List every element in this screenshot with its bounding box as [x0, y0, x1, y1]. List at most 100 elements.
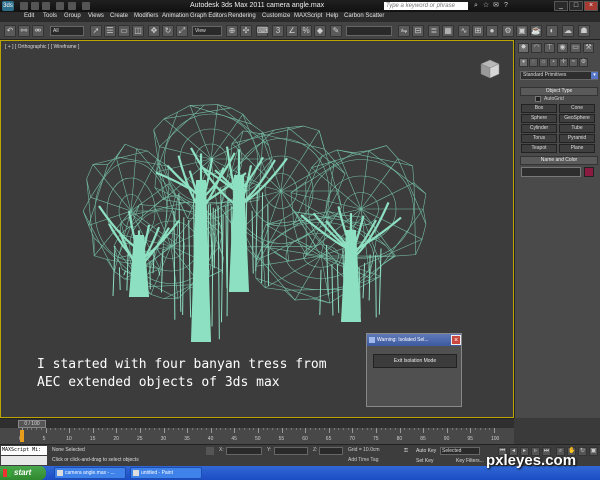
add-time-tag-button[interactable]: Add Time Tag	[348, 457, 378, 463]
utilities-tab-icon[interactable]: ⚒	[583, 43, 594, 53]
modify-tab-icon[interactable]: ◠	[531, 43, 542, 53]
scale-icon[interactable]: ⤢	[176, 25, 188, 37]
menu-views[interactable]: Views	[88, 13, 104, 19]
maxscript-listener[interactable]: MAXScript Mi:	[1, 446, 47, 455]
graphite-ribbon-icon[interactable]: ▦	[442, 25, 454, 37]
angle-snap-icon[interactable]: ∠	[286, 25, 298, 37]
sphere-button[interactable]: Sphere	[521, 114, 557, 123]
undo-icon[interactable]: ↶	[4, 25, 16, 37]
geometry-icon[interactable]: ●	[519, 58, 528, 67]
app-logo[interactable]: 3ds	[2, 1, 14, 11]
curve-editor-icon[interactable]: ∿	[458, 25, 470, 37]
rect-selection-icon[interactable]: ▭	[118, 25, 130, 37]
close-button[interactable]: ×	[584, 1, 598, 11]
menu-modifiers[interactable]: Modifiers	[134, 13, 158, 19]
key-icon[interactable]: ⚿	[404, 447, 408, 455]
display-tab-icon[interactable]: ▭	[570, 43, 581, 53]
subscription-icon[interactable]: ☆	[482, 2, 490, 10]
menu-animation[interactable]: Animation	[162, 13, 189, 19]
reference-coord-dropdown[interactable]: View	[192, 26, 222, 36]
minimize-button[interactable]: _	[554, 1, 568, 11]
menu-maxscript[interactable]: MAXScript	[294, 13, 322, 19]
maximize-viewport-icon[interactable]: ▣	[589, 447, 598, 456]
snap-toggle-icon[interactable]: 3	[272, 25, 284, 37]
hold-icon[interactable]	[82, 2, 90, 10]
window-crossing-icon[interactable]: ◫	[132, 25, 144, 37]
schematic-view-icon[interactable]: ⊞	[472, 25, 484, 37]
link-icon[interactable]: ⚯	[18, 25, 30, 37]
object-category-dropdown[interactable]: Standard Primitives ▾	[520, 71, 598, 80]
environment-icon[interactable]: ☁	[562, 25, 574, 37]
exit-isolation-button[interactable]: Exit Isolation Mode	[373, 354, 457, 368]
time-slider-knob[interactable]: 0 / 100	[18, 420, 46, 428]
new-file-icon[interactable]	[20, 2, 28, 10]
unlink-icon[interactable]: ⚮	[32, 25, 44, 37]
cone-button[interactable]: Cone	[559, 104, 595, 113]
checkbox-icon[interactable]	[535, 96, 541, 102]
viewcube-icon[interactable]	[479, 58, 501, 80]
box-button[interactable]: Box	[521, 104, 557, 113]
keyboard-shortcut-icon[interactable]: ⌨	[256, 25, 269, 37]
teapot-button[interactable]: Teapot	[521, 144, 557, 153]
time-slider[interactable]: 0 / 100	[0, 418, 514, 428]
align-icon[interactable]: ⊟	[412, 25, 424, 37]
cylinder-button[interactable]: Cylinder	[521, 124, 557, 133]
maximize-button[interactable]: □	[569, 1, 583, 11]
object-name-field[interactable]	[521, 167, 581, 177]
pyramid-button[interactable]: Pyramid	[559, 134, 595, 143]
y-coordinate-field[interactable]	[274, 447, 308, 455]
menu-graph-editors[interactable]: Graph Editors	[190, 13, 227, 19]
menu-help[interactable]: Help	[326, 13, 338, 19]
search-input[interactable]: Type a keyword or phrase	[384, 2, 468, 10]
set-key-button[interactable]: Set Key	[416, 457, 434, 465]
select-by-name-icon[interactable]: ☰	[104, 25, 116, 37]
torus-button[interactable]: Torus	[521, 134, 557, 143]
render-setup-icon[interactable]: ⚙	[502, 25, 514, 37]
edit-named-selection-icon[interactable]: ✎	[330, 25, 342, 37]
render-production-icon[interactable]: ☕	[530, 25, 542, 37]
percent-snap-icon[interactable]: %	[300, 25, 312, 37]
menu-rendering[interactable]: Rendering	[228, 13, 256, 19]
object-type-rollout-header[interactable]: Object Type	[520, 87, 598, 96]
helpers-icon[interactable]: ✛	[559, 58, 568, 67]
orbit-icon[interactable]: ↻	[578, 447, 587, 456]
geosphere-button[interactable]: GeoSphere	[559, 114, 595, 123]
shapes-icon[interactable]: ◌	[529, 58, 538, 67]
help-icon[interactable]: ?	[502, 2, 510, 10]
maxscript-output[interactable]	[1, 456, 47, 465]
tube-button[interactable]: Tube	[559, 124, 595, 133]
open-file-icon[interactable]	[31, 2, 39, 10]
move-icon[interactable]: ✥	[148, 25, 160, 37]
lights-icon[interactable]: ☼	[539, 58, 548, 67]
menu-carbon-scatter[interactable]: Carbon Scatter	[344, 13, 384, 19]
space-warps-icon[interactable]: ≈	[569, 58, 578, 67]
save-icon[interactable]	[42, 2, 50, 10]
dialog-title[interactable]: Warning: Isolated Sel...	[367, 334, 461, 346]
autogrid-checkbox[interactable]: AutoGrid	[535, 96, 583, 103]
plane-button[interactable]: Plane	[559, 144, 595, 153]
menu-edit[interactable]: Edit	[24, 13, 34, 19]
z-coordinate-field[interactable]	[319, 447, 343, 455]
x-coordinate-field[interactable]	[226, 447, 262, 455]
search-icon[interactable]: ⌕	[472, 2, 480, 10]
cameras-icon[interactable]: ▪	[549, 58, 558, 67]
menu-create[interactable]: Create	[110, 13, 128, 19]
undo-icon[interactable]	[56, 2, 64, 10]
named-selection-dropdown[interactable]	[346, 26, 392, 36]
create-tab-icon[interactable]: ✸	[518, 43, 529, 53]
spinner-snap-icon[interactable]: ◆	[314, 25, 326, 37]
pivot-center-icon[interactable]: ⊕	[226, 25, 238, 37]
systems-icon[interactable]: ⚙	[579, 58, 588, 67]
rendered-frame-window-icon[interactable]: ▣	[516, 25, 528, 37]
hierarchy-tab-icon[interactable]: ⊤	[544, 43, 555, 53]
select-manipulate-icon[interactable]: ✣	[240, 25, 252, 37]
taskbar-item-3dsmax[interactable]: camera angle.max - ...	[54, 467, 126, 479]
key-filters-button[interactable]: Key Filters...	[456, 457, 484, 465]
start-button[interactable]: start	[0, 466, 46, 480]
mirror-icon[interactable]: ⇋	[398, 25, 410, 37]
dialog-close-button[interactable]: ×	[451, 335, 461, 345]
active-shade-icon[interactable]: ◐	[546, 25, 558, 37]
layer-manager-icon[interactable]: ≣	[428, 25, 440, 37]
material-editor-icon[interactable]: ●	[486, 25, 498, 37]
menu-customize[interactable]: Customize	[262, 13, 290, 19]
